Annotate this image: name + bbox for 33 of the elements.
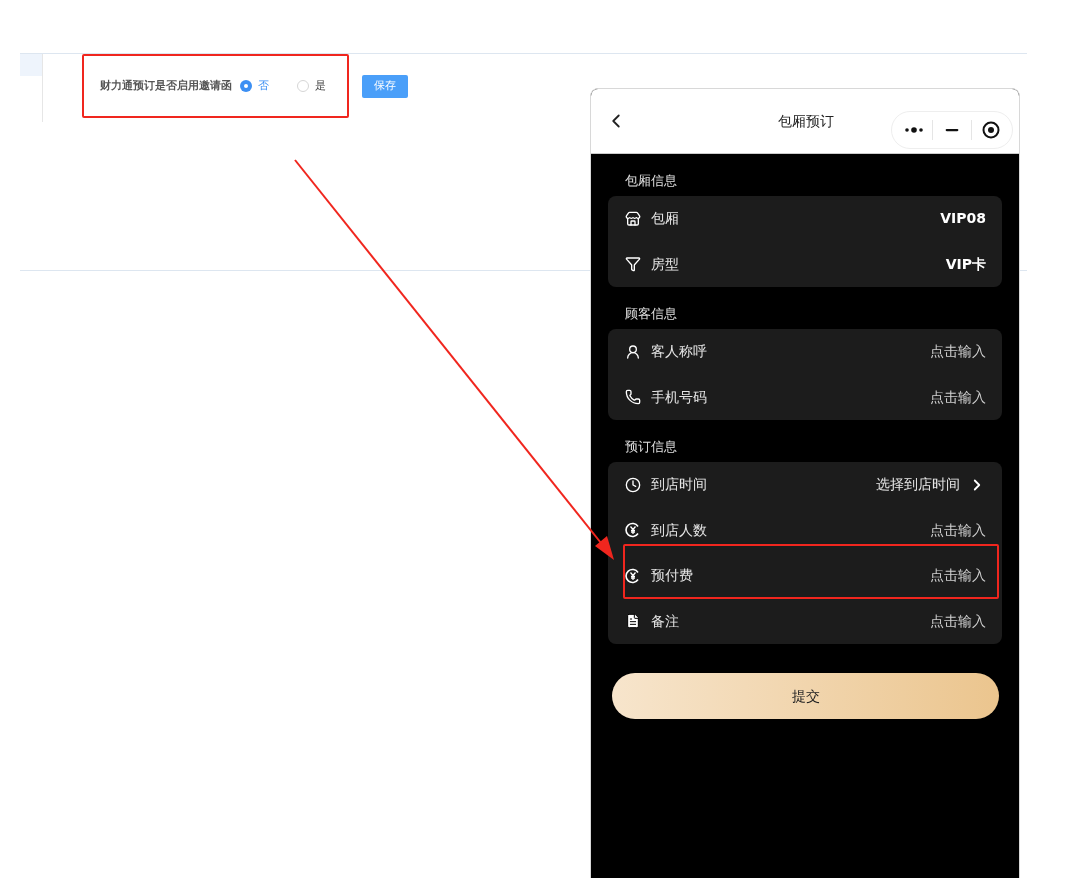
submit-button[interactable]: 提交 — [612, 673, 999, 719]
row-label: 包厢 — [651, 209, 679, 229]
input-field[interactable]: 点击输入 — [930, 565, 986, 587]
yen-coin-icon — [625, 567, 641, 584]
input-field[interactable]: 点击输入 — [930, 341, 986, 363]
storefront-icon — [625, 210, 641, 227]
row-label: 房型 — [651, 254, 679, 274]
row-value: VIP08 — [940, 209, 986, 229]
section-title: 包厢信息 — [625, 171, 677, 190]
picker-value[interactable]: 选择到店时间 — [876, 474, 960, 496]
row-label: 客人称呼 — [651, 342, 707, 362]
input-field[interactable]: 点击输入 — [930, 610, 986, 632]
row-value: VIP卡 — [945, 254, 986, 274]
row-label: 到店人数 — [651, 520, 707, 540]
row-label: 备注 — [651, 611, 679, 631]
more-icon[interactable] — [904, 127, 924, 133]
radio-option[interactable]: 是 — [297, 77, 326, 95]
clock-icon — [625, 476, 641, 493]
filter-icon — [625, 256, 641, 273]
section-title: 预订信息 — [625, 437, 677, 456]
record-icon[interactable] — [982, 121, 1000, 139]
note-icon — [625, 613, 641, 630]
person-icon — [625, 343, 641, 360]
input-field[interactable]: 点击输入 — [930, 386, 986, 408]
section-title: 顾客信息 — [625, 304, 677, 323]
setting-label: 财力通预订是否启用邀请函 — [100, 77, 232, 94]
row-label: 预付费 — [651, 566, 693, 586]
phone-icon — [625, 389, 641, 406]
row-label: 手机号码 — [651, 387, 707, 407]
row-label: 到店时间 — [651, 475, 707, 495]
page-title: 包厢预订 — [777, 111, 835, 131]
yen-coin-icon — [625, 522, 641, 539]
input-field[interactable]: 点击输入 — [930, 519, 986, 541]
